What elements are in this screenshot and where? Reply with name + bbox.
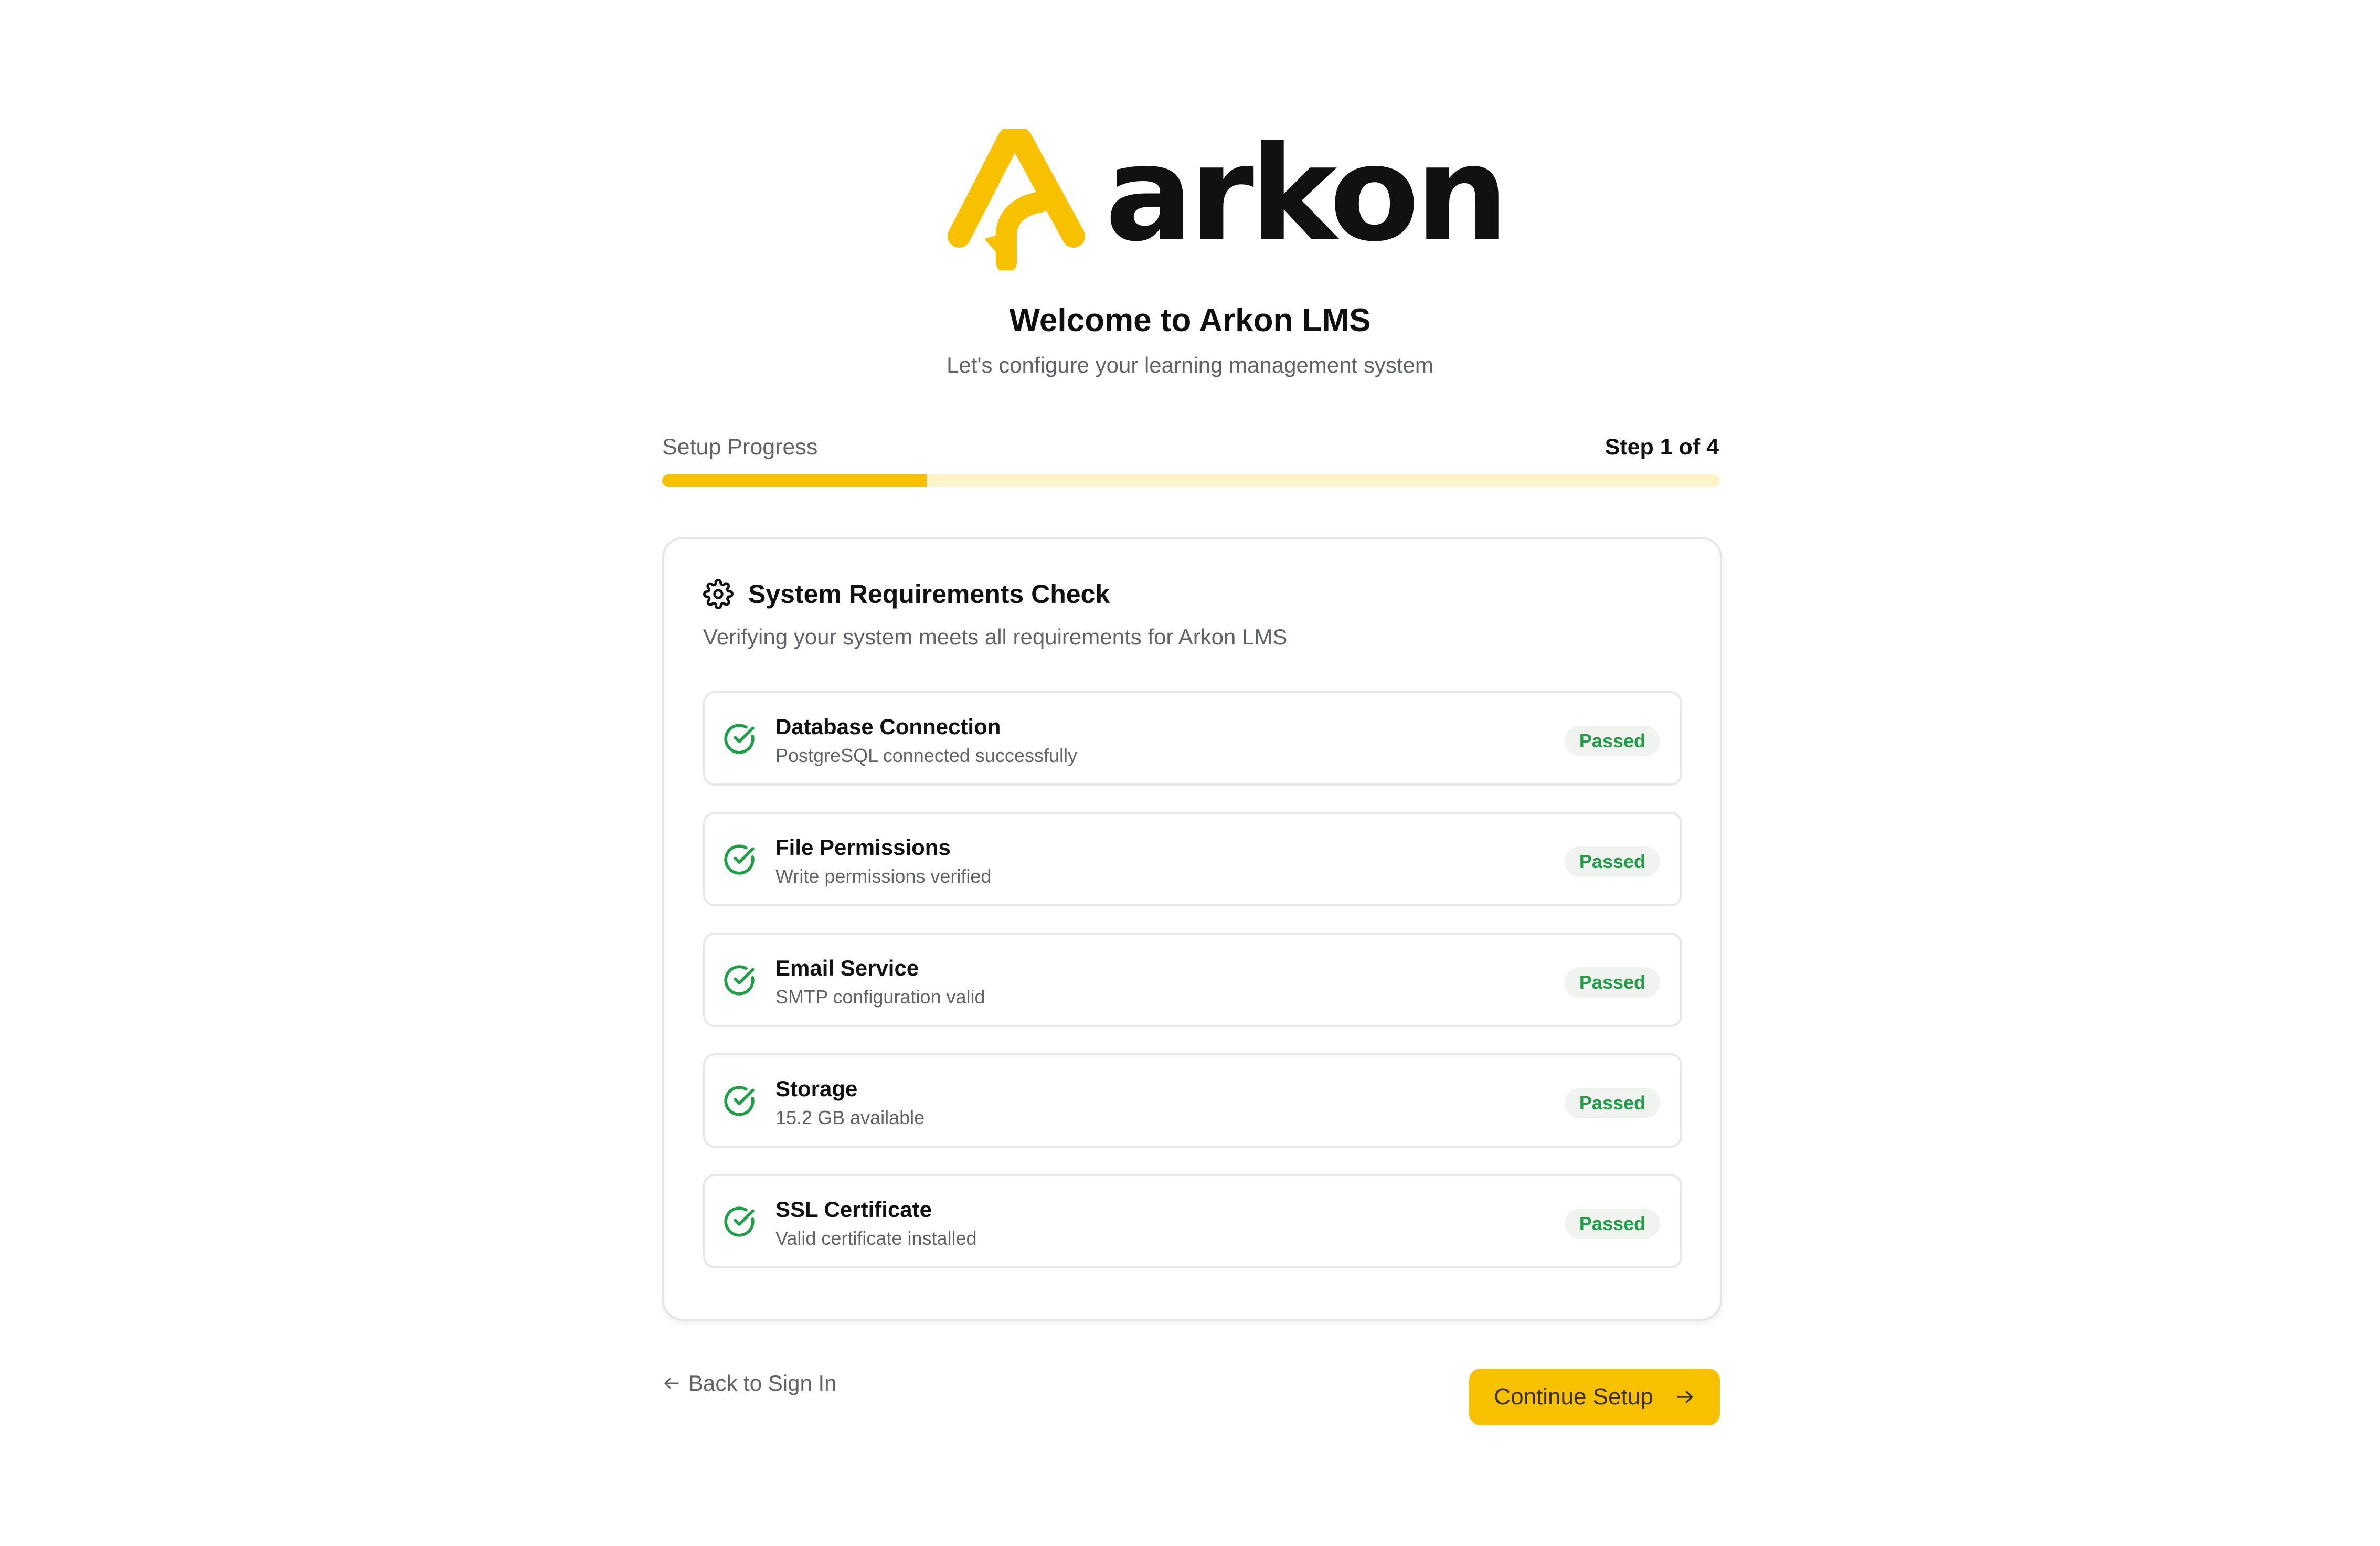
requirements-card-header: System Requirements Check — [703, 579, 1110, 609]
requirement-detail: 15.2 GB available — [775, 1107, 925, 1128]
status-badge: Passed — [1564, 726, 1660, 756]
check-circle-icon — [724, 844, 755, 875]
check-circle-icon — [724, 965, 755, 996]
requirement-detail: PostgreSQL connected successfully — [775, 745, 1077, 766]
check-circle-icon — [724, 1086, 755, 1116]
requirement-name: SSL Certificate — [775, 1197, 932, 1222]
requirement-item: File Permissions Write permissions verifi… — [703, 812, 1682, 906]
requirement-detail: SMTP configuration valid — [775, 986, 985, 1008]
requirements-title: System Requirements Check — [748, 579, 1110, 609]
check-circle-icon — [724, 724, 755, 754]
requirement-name: Email Service — [775, 956, 919, 980]
progress-bar-fill — [662, 474, 927, 487]
back-to-sign-in-link[interactable]: Back to Sign In — [662, 1371, 837, 1396]
status-badge: Passed — [1564, 1209, 1660, 1239]
requirements-description: Verifying your system meets all requirem… — [703, 624, 1288, 649]
requirement-item: SSL Certificate Valid certificate install… — [703, 1174, 1682, 1268]
arkon-logo-mark-icon — [948, 129, 1085, 270]
arrow-left-icon — [664, 1378, 679, 1389]
requirements-list: Database Connection PostgreSQL connected … — [703, 691, 1682, 1295]
check-circle-icon — [724, 1206, 755, 1237]
continue-setup-button[interactable]: Continue Setup — [1469, 1369, 1720, 1425]
continue-button-label: Continue Setup — [1494, 1384, 1653, 1410]
requirement-item: Email Service SMTP configuration valid Pas… — [703, 933, 1682, 1027]
status-badge: Passed — [1564, 846, 1660, 877]
progress-step-text: Step 1 of 4 — [1605, 435, 1719, 460]
gear-icon — [703, 579, 734, 609]
page-subtitle: Let's configure your learning management… — [947, 353, 1433, 377]
progress-label: Setup Progress — [662, 435, 818, 460]
requirement-name: Storage — [775, 1076, 858, 1101]
requirement-name: Database Connection — [775, 714, 1001, 739]
arkon-logo: arkon — [948, 126, 1508, 273]
requirement-item: Database Connection PostgreSQL connected … — [703, 691, 1682, 786]
requirement-item: Storage 15.2 GB available Passed — [703, 1053, 1682, 1148]
back-link-label: Back to Sign In — [688, 1371, 837, 1395]
status-badge: Passed — [1564, 967, 1660, 998]
requirements-card: System Requirements Check Verifying your… — [662, 537, 1722, 1321]
progress-bar — [662, 474, 1720, 487]
requirement-detail: Write permissions verified — [775, 865, 992, 887]
requirement-detail: Valid certificate installed — [775, 1227, 977, 1249]
page-title: Welcome to Arkon LMS — [1009, 302, 1371, 338]
requirement-name: File Permissions — [775, 835, 951, 860]
arrow-right-icon — [1676, 1391, 1693, 1403]
arkon-wordmark: arkon — [1105, 118, 1508, 270]
status-badge: Passed — [1564, 1088, 1660, 1118]
